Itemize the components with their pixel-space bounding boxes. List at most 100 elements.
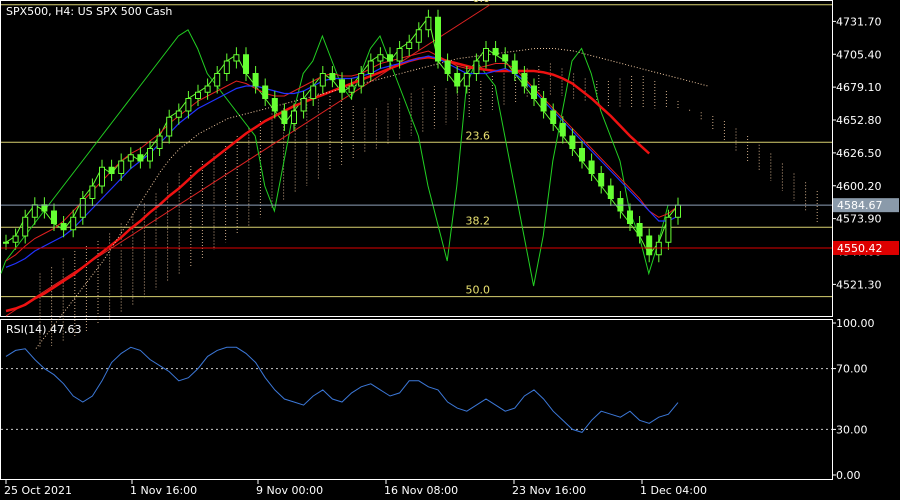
fib-level-label: 0.0 xyxy=(473,0,491,5)
candle-body xyxy=(156,135,163,149)
rsi-indicator: 100.00 70.00 30.00 0.00 xyxy=(1,317,875,482)
time-tick-label: 25 Oct 2021 xyxy=(4,484,72,497)
candle-body xyxy=(70,216,77,231)
candle-body xyxy=(377,54,384,62)
rsi-tick-label: 30.00 xyxy=(836,423,868,436)
candle-body xyxy=(185,98,192,112)
candle-body xyxy=(12,235,19,243)
candle-body xyxy=(627,210,633,224)
fib-level-label: 23.6 xyxy=(466,129,491,142)
candle-body xyxy=(262,85,269,99)
candle-body xyxy=(223,60,230,74)
candle-body xyxy=(348,85,355,93)
candle-body xyxy=(147,148,153,162)
candle-body xyxy=(425,16,432,31)
candle-body xyxy=(435,16,441,62)
candle-body xyxy=(492,48,499,56)
candle-body xyxy=(387,54,393,62)
price-tick-label: 4679.10 xyxy=(836,81,882,94)
candle-body xyxy=(406,41,413,49)
time-tick-label: 1 Dec 04:00 xyxy=(640,484,707,497)
rsi-line xyxy=(5,346,679,433)
rsi-tick-label: 70.00 xyxy=(836,363,868,376)
fib-level-label: 38.2 xyxy=(466,214,491,227)
price-axis: 4731.70 4705.40 4679.10 4652.80 4626.50 4600.… xyxy=(832,15,899,291)
candle-body xyxy=(118,160,125,174)
candle-body xyxy=(243,54,249,74)
price-tick-label: 4600.20 xyxy=(836,180,882,193)
candle-body xyxy=(588,160,595,174)
candle-body xyxy=(569,135,576,149)
candle-body xyxy=(636,223,643,237)
candle-body xyxy=(31,204,38,218)
candle-body xyxy=(415,29,422,43)
candle-body xyxy=(51,210,57,224)
rsi-title: RSI(14) 47.63 xyxy=(6,323,81,336)
candle-body xyxy=(3,241,9,244)
candle-body xyxy=(531,85,537,99)
candle-body xyxy=(195,91,201,99)
candle-body xyxy=(79,198,86,218)
candle-body xyxy=(511,60,518,74)
rsi-tick-label: 100.00 xyxy=(836,317,875,330)
candle-body xyxy=(60,223,67,231)
candle-body xyxy=(463,73,470,87)
candle-body xyxy=(214,73,221,87)
candle-body xyxy=(396,48,403,62)
candle-body xyxy=(233,54,240,62)
price-tick-label: 4573.90 xyxy=(836,213,882,226)
price-tick-label: 4626.50 xyxy=(836,147,882,160)
candle-body xyxy=(22,216,29,237)
candle-body xyxy=(483,48,489,62)
candle-body xyxy=(204,85,211,93)
candle-body xyxy=(502,54,509,62)
candle-body xyxy=(473,60,480,74)
candle-body xyxy=(310,85,317,99)
candle-body xyxy=(137,154,144,162)
time-axis: 25 Oct 2021 1 Nov 16:00 9 Nov 00:00 16 Nov … xyxy=(4,480,707,497)
candle-body xyxy=(521,73,528,87)
rsi-panel-frame xyxy=(0,319,833,480)
red-level-label: 4550.42 xyxy=(837,242,883,255)
candle-body xyxy=(339,79,345,93)
candle-body xyxy=(291,110,297,124)
candle-body xyxy=(41,204,48,212)
candle-body xyxy=(127,154,134,162)
candle-body xyxy=(444,60,451,74)
candle-body xyxy=(329,73,336,81)
candle-body xyxy=(540,98,547,112)
candle-body xyxy=(367,60,374,74)
price-tick-label: 4705.40 xyxy=(836,48,882,61)
candle-body xyxy=(89,185,96,199)
candle-body xyxy=(319,73,326,87)
chart-canvas[interactable]: 0.0 23.6 38.2 50.0 4731.70 4705.40 4679.10 465… xyxy=(0,0,900,500)
price-levels[interactable] xyxy=(1,204,832,249)
current-price-label: 4584.67 xyxy=(837,199,883,212)
candle-body xyxy=(655,241,662,256)
candle-body xyxy=(300,98,307,112)
candle-body xyxy=(550,110,557,124)
candle-body xyxy=(99,166,105,187)
candle-body xyxy=(175,110,182,118)
candle-body xyxy=(598,173,605,187)
price-tick-label: 4731.70 xyxy=(836,15,882,28)
candle-body xyxy=(252,73,259,87)
time-tick-label: 23 Nov 16:00 xyxy=(512,484,586,497)
candle-body xyxy=(454,73,461,87)
chart-title: SPX500, H4: US SPX 500 Cash xyxy=(6,5,172,18)
candle-body xyxy=(559,123,566,137)
candle-body xyxy=(271,98,278,112)
time-tick-label: 9 Nov 00:00 xyxy=(256,484,323,497)
price-tick-label: 4521.30 xyxy=(836,278,882,291)
candle-body xyxy=(108,166,115,174)
candle-body xyxy=(675,204,681,218)
candle-body xyxy=(579,148,585,162)
candle-body xyxy=(646,235,653,256)
candle-body xyxy=(281,110,288,124)
candle-body xyxy=(166,116,173,137)
time-tick-label: 1 Nov 16:00 xyxy=(130,484,197,497)
price-tick-label: 4652.80 xyxy=(836,114,882,127)
time-tick-label: 16 Nov 08:00 xyxy=(384,484,458,497)
candle-body xyxy=(607,185,614,199)
fib-level-label: 50.0 xyxy=(466,284,491,297)
